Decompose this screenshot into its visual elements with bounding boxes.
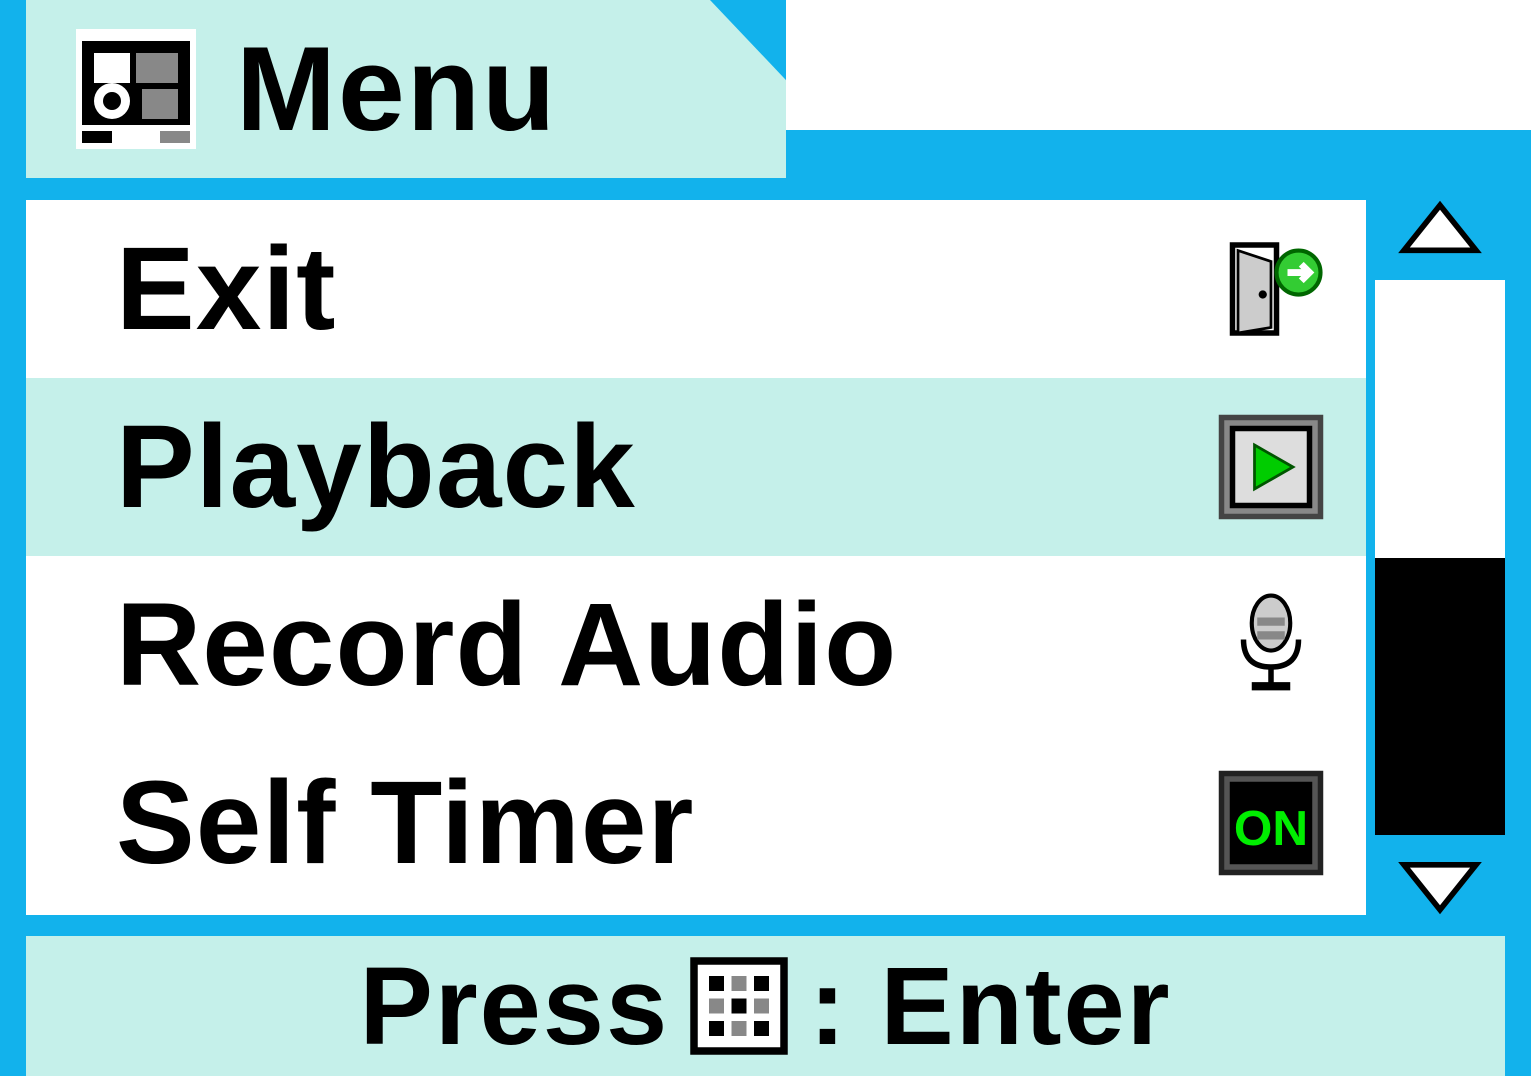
footer-enter-label: : Enter [809, 943, 1171, 1070]
footer: Press : Enter [26, 936, 1505, 1076]
header: Menu [0, 0, 1531, 200]
camera-icon [76, 29, 196, 149]
scroll-thumb [1375, 558, 1505, 836]
menu-item-label: Record Audio [116, 577, 1216, 713]
scroll-track[interactable] [1375, 260, 1505, 855]
scroll-track-upper [1375, 280, 1505, 558]
on-icon: ON [1216, 768, 1326, 878]
menu-item-label: Exit [116, 221, 1216, 357]
header-tab: Menu [26, 0, 786, 178]
menu-list: Exit Playback Record Audio [26, 200, 1366, 915]
menu-item-label: Playback [116, 399, 1216, 535]
scroll-down-arrow[interactable] [1395, 855, 1485, 915]
footer-press-label: Press [359, 943, 669, 1070]
svg-text:ON: ON [1234, 801, 1308, 856]
scroll-up-arrow[interactable] [1395, 200, 1485, 260]
menu-item-label: Self Timer [116, 755, 1216, 891]
playback-icon [1216, 412, 1326, 522]
microphone-icon [1216, 590, 1326, 700]
button-icon [689, 956, 789, 1056]
menu-screen: Menu Exit Playback Record Audio [0, 0, 1531, 1076]
menu-item-record-audio[interactable]: Record Audio [26, 556, 1366, 734]
exit-icon [1216, 234, 1326, 344]
header-right-bg [786, 0, 1531, 130]
scrollbar [1375, 200, 1505, 915]
menu-title: Menu [236, 20, 557, 158]
menu-item-playback[interactable]: Playback [26, 378, 1366, 556]
menu-item-self-timer[interactable]: Self Timer ON [26, 734, 1366, 912]
menu-item-exit[interactable]: Exit [26, 200, 1366, 378]
